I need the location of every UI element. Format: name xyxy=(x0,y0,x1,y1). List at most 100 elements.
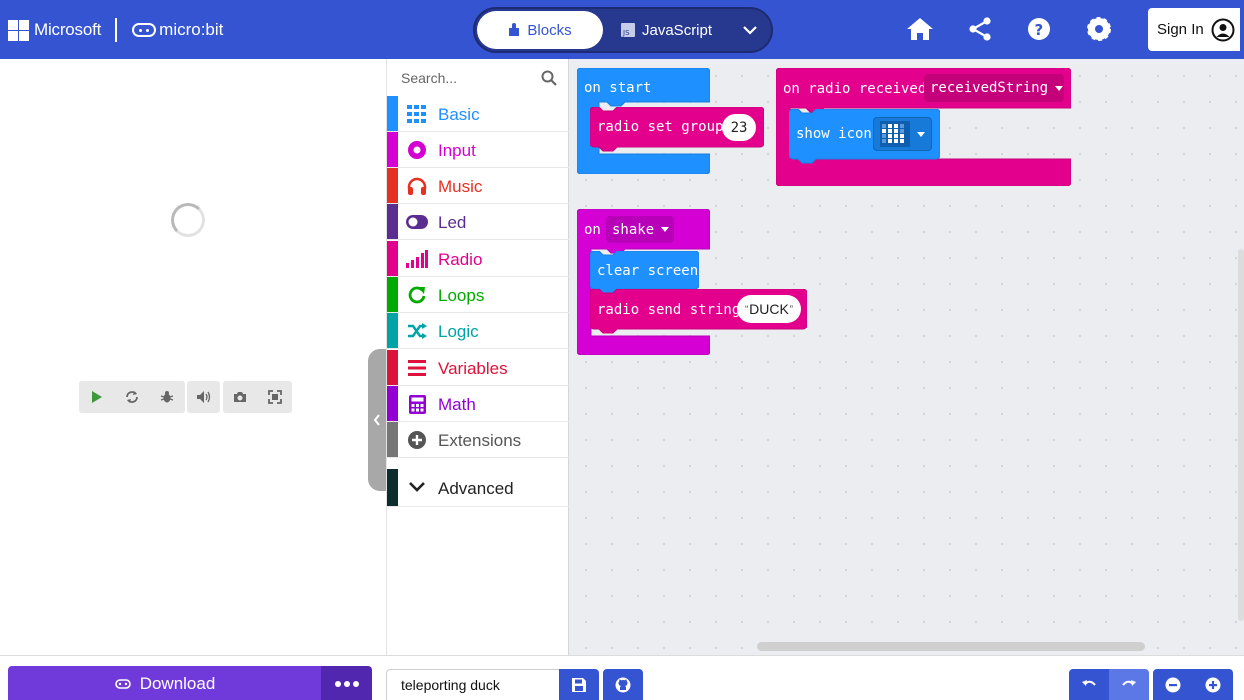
toggle-icon xyxy=(406,212,428,232)
undo-icon xyxy=(1082,680,1096,686)
chevron-left-icon xyxy=(373,414,380,426)
vertical-scrollbar[interactable] xyxy=(1238,249,1244,621)
show-icon-block[interactable]: show icon xyxy=(789,109,940,164)
category-label: Advanced xyxy=(438,479,514,498)
category-label: Logic xyxy=(438,322,479,341)
more-dots-icon xyxy=(334,680,359,687)
blocks-workspace[interactable]: on start radio set group 23 on radio rec… xyxy=(569,59,1244,655)
category-color-strip xyxy=(387,422,398,457)
javascript-tab[interactable]: JS JavaScript xyxy=(621,11,731,49)
plus-circle-icon xyxy=(406,430,428,450)
category-variables[interactable]: Variables xyxy=(387,350,569,386)
clear-screen-block[interactable]: clear screen xyxy=(590,251,699,294)
search-icon[interactable] xyxy=(541,70,557,86)
debug-icon xyxy=(160,391,173,403)
category-radio[interactable]: Radio xyxy=(387,241,569,277)
category-advanced[interactable]: Advanced xyxy=(387,469,569,507)
restart-icon xyxy=(125,391,138,403)
received-string-dropdown[interactable]: receivedString xyxy=(924,74,1064,102)
radio-set-group-block[interactable]: radio set group 23 xyxy=(590,107,764,152)
fullscreen-icon xyxy=(267,390,282,404)
sign-in-label: Sign In xyxy=(1157,21,1204,38)
settings-button[interactable] xyxy=(1084,14,1114,44)
js-file-icon: JS xyxy=(621,23,635,37)
caret-down-icon xyxy=(917,131,925,137)
play-button[interactable] xyxy=(79,381,114,413)
microbit-brand[interactable]: micro:bit xyxy=(159,20,223,40)
category-basic[interactable]: Basic xyxy=(387,96,569,132)
restart-button[interactable] xyxy=(114,381,149,413)
calculator-icon xyxy=(406,394,428,414)
home-button[interactable] xyxy=(905,14,935,44)
category-label: Led xyxy=(438,213,467,232)
icon-picker-dropdown[interactable] xyxy=(873,117,932,151)
category-math[interactable]: Math xyxy=(387,386,569,422)
zoom-out-button[interactable] xyxy=(1153,669,1193,700)
horizontal-scrollbar[interactable] xyxy=(757,642,1145,651)
gesture-dropdown[interactable]: shake xyxy=(606,216,674,243)
toolbox-search xyxy=(387,59,569,96)
headphones-icon xyxy=(406,176,428,196)
on-radio-received-label: on radio received xyxy=(783,81,927,97)
zoom-in-button[interactable] xyxy=(1193,669,1233,700)
sound-control xyxy=(187,381,220,413)
string-input[interactable]: “ DUCK ” xyxy=(737,295,801,323)
microbit-logo-icon xyxy=(132,23,157,37)
download-button[interactable]: Download xyxy=(8,666,322,700)
radio-send-string-block[interactable]: radio send string “ DUCK ” xyxy=(590,289,807,334)
category-extensions[interactable]: Extensions xyxy=(387,422,569,458)
shuffle-icon xyxy=(406,321,428,341)
project-name-field xyxy=(386,669,560,700)
signal-icon xyxy=(406,249,428,269)
puzzle-icon xyxy=(509,23,520,36)
github-button[interactable] xyxy=(603,669,643,700)
editor-dropdown[interactable] xyxy=(735,11,765,49)
category-music[interactable]: Music xyxy=(387,168,569,204)
string-value: DUCK xyxy=(749,301,789,317)
mute-button[interactable] xyxy=(187,381,220,413)
category-color-strip xyxy=(387,132,398,167)
category-input[interactable]: Input xyxy=(387,132,569,168)
search-input[interactable] xyxy=(401,69,539,86)
category-logic[interactable]: Logic xyxy=(387,313,569,349)
redo-button[interactable] xyxy=(1109,669,1149,700)
link-icon xyxy=(114,678,131,689)
share-button[interactable] xyxy=(965,14,995,44)
category-loops[interactable]: Loops xyxy=(387,277,569,313)
zoom-in-icon xyxy=(1205,677,1221,693)
grid-icon xyxy=(406,104,428,124)
blocks-tab[interactable]: Blocks xyxy=(477,11,603,49)
help-icon: ? xyxy=(1028,18,1050,40)
top-bar: Microsoft micro:bit Blocks JS JavaScript xyxy=(0,0,1244,59)
category-label: Radio xyxy=(438,250,483,269)
on-shake-label: on xyxy=(584,222,601,238)
undo-button[interactable] xyxy=(1069,669,1109,700)
on-start-label: on start xyxy=(584,80,652,96)
group-number-input[interactable]: 23 xyxy=(722,114,756,141)
editor-toggle: Blocks JS JavaScript xyxy=(473,7,773,53)
download-more-button[interactable] xyxy=(321,666,372,700)
save-button[interactable] xyxy=(559,669,599,700)
debug-button[interactable] xyxy=(149,381,184,413)
sign-in-button[interactable]: Sign In xyxy=(1148,8,1240,51)
toolbox: Basic Input Music Led xyxy=(386,59,569,655)
caret-down-icon xyxy=(1055,85,1064,91)
radio-set-group-label: radio set group xyxy=(597,119,724,135)
fullscreen-button[interactable] xyxy=(258,381,293,413)
category-led[interactable]: Led xyxy=(387,204,569,240)
collapse-simulator-button[interactable] xyxy=(368,349,386,491)
category-color-strip xyxy=(387,313,398,348)
download-label: Download xyxy=(139,673,216,693)
circle-icon xyxy=(406,140,428,160)
loop-icon xyxy=(406,285,428,305)
category-color-strip xyxy=(387,469,398,506)
help-button[interactable]: ? xyxy=(1024,14,1054,44)
lines-icon xyxy=(406,358,428,378)
category-label: Music xyxy=(438,177,483,196)
project-name-input[interactable] xyxy=(401,677,551,693)
screenshot-button[interactable] xyxy=(223,381,258,413)
chevron-down-icon xyxy=(743,25,757,35)
category-label: Basic xyxy=(438,105,480,124)
github-icon xyxy=(615,677,631,693)
microsoft-brand: Microsoft xyxy=(34,20,102,39)
